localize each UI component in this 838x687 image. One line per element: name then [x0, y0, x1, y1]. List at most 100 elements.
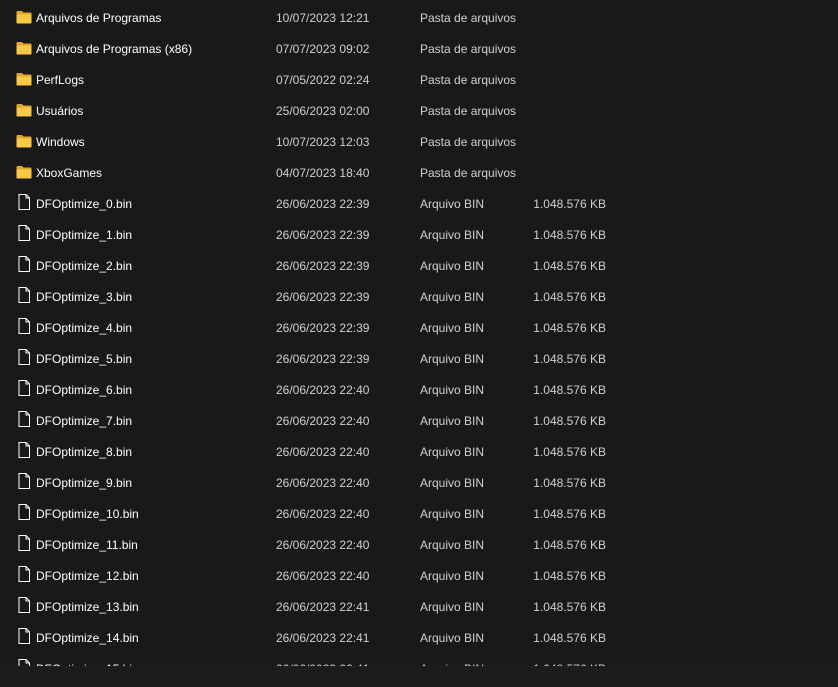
file-icon — [16, 628, 32, 644]
file-list: Arquivos de Programas 10/07/2023 12:21 Pas… — [0, 2, 838, 666]
file-icon — [16, 287, 32, 303]
item-size: 1.048.576 KB — [533, 538, 606, 552]
file-icon — [16, 473, 32, 489]
item-name: DFOptimize_2.bin — [36, 259, 133, 273]
item-name: PerfLogs — [36, 73, 85, 87]
item-size: 1.048.576 KB — [533, 290, 606, 304]
folder-icon — [16, 41, 32, 55]
item-modified: 26/06/2023 22:41 — [276, 600, 370, 614]
item-modified: 26/06/2023 22:39 — [276, 259, 370, 273]
list-item[interactable]: XboxGames 04/07/2023 18:40 Pasta de arquiv… — [0, 157, 838, 188]
file-icon — [16, 225, 32, 241]
list-item[interactable]: Arquivos de Programas (x86) 07/07/2023 09… — [0, 33, 838, 64]
item-modified: 25/06/2023 02:00 — [276, 104, 370, 118]
item-modified: 26/06/2023 22:39 — [276, 352, 370, 366]
item-name: Arquivos de Programas — [36, 11, 162, 25]
file-icon — [16, 349, 32, 365]
list-item[interactable]: DFOptimize_5.bin 26/06/2023 22:39 Arquivo … — [0, 343, 838, 374]
item-type: Pasta de arquivos — [420, 42, 517, 56]
item-type: Pasta de arquivos — [420, 11, 517, 25]
list-item[interactable]: DFOptimize_1.bin 26/06/2023 22:39 Arquivo … — [0, 219, 838, 250]
file-icon — [16, 504, 32, 520]
list-item[interactable]: DFOptimize_2.bin 26/06/2023 22:39 Arquivo … — [0, 250, 838, 281]
item-size: 1.048.576 KB — [533, 631, 606, 645]
item-name: Windows — [36, 135, 85, 149]
list-item[interactable]: DFOptimize_6.bin 26/06/2023 22:40 Arquivo … — [0, 374, 838, 405]
list-item[interactable]: DFOptimize_13.bin 26/06/2023 22:41 Arquivo… — [0, 591, 838, 622]
list-item[interactable]: DFOptimize_8.bin 26/06/2023 22:40 Arquivo … — [0, 436, 838, 467]
item-modified: 04/07/2023 18:40 — [276, 166, 370, 180]
item-type: Arquivo BIN — [420, 631, 485, 645]
item-type: Pasta de arquivos — [420, 166, 517, 180]
list-item[interactable]: DFOptimize_11.bin 26/06/2023 22:40 Arquivo… — [0, 529, 838, 560]
item-name: DFOptimize_0.bin — [36, 197, 133, 211]
file-icon — [16, 194, 32, 210]
list-item[interactable]: DFOptimize_4.bin 26/06/2023 22:39 Arquivo … — [0, 312, 838, 343]
item-modified: 10/07/2023 12:21 — [276, 11, 370, 25]
item-type: Pasta de arquivos — [420, 73, 517, 87]
list-item[interactable]: Windows 10/07/2023 12:03 Pasta de arquivos — [0, 126, 838, 157]
item-modified: 26/06/2023 22:39 — [276, 321, 370, 335]
item-modified: 26/06/2023 22:40 — [276, 507, 370, 521]
item-size: 1.048.576 KB — [533, 383, 606, 397]
list-item[interactable]: DFOptimize_7.bin 26/06/2023 22:40 Arquivo … — [0, 405, 838, 436]
file-icon — [16, 318, 32, 334]
item-type: Arquivo BIN — [420, 197, 485, 211]
item-name: XboxGames — [36, 166, 103, 180]
item-name: DFOptimize_7.bin — [36, 414, 133, 428]
file-icon — [16, 566, 32, 582]
item-type: Pasta de arquivos — [420, 104, 517, 118]
folder-icon — [16, 165, 32, 179]
item-name: DFOptimize_10.bin — [36, 507, 139, 521]
list-item[interactable]: DFOptimize_15.bin26/06/2023 22:41Arquivo… — [0, 653, 838, 666]
item-modified: 10/07/2023 12:03 — [276, 135, 370, 149]
item-modified: 26/06/2023 22:39 — [276, 228, 370, 242]
list-item[interactable]: PerfLogs 07/05/2022 02:24 Pasta de arquivo… — [0, 64, 838, 95]
list-item[interactable]: DFOptimize_3.bin 26/06/2023 22:39 Arquivo … — [0, 281, 838, 312]
item-name: DFOptimize_14.bin — [36, 631, 139, 645]
item-size: 1.048.576 KB — [533, 445, 606, 459]
item-size: 1.048.576 KB — [533, 476, 606, 490]
item-name: DFOptimize_1.bin — [36, 228, 133, 242]
item-type: Arquivo BIN — [420, 445, 485, 459]
file-icon — [16, 442, 32, 458]
item-name: DFOptimize_3.bin — [36, 290, 133, 304]
item-type: Arquivo BIN — [420, 600, 485, 614]
item-modified: 26/06/2023 22:39 — [276, 290, 370, 304]
item-size: 1.048.576 KB — [533, 228, 606, 242]
item-type: Arquivo BIN — [420, 383, 485, 397]
item-name: Arquivos de Programas (x86) — [36, 42, 193, 56]
item-name: DFOptimize_11.bin — [36, 538, 138, 552]
item-name: Usuários — [36, 104, 84, 118]
list-item[interactable]: DFOptimize_0.bin 26/06/2023 22:39 Arquivo … — [0, 188, 838, 219]
file-icon — [16, 535, 32, 551]
item-modified: 26/06/2023 22:41 — [276, 631, 370, 645]
item-modified: 26/06/2023 22:40 — [276, 414, 370, 428]
item-size: 1.048.576 KB — [533, 569, 606, 583]
list-item[interactable]: DFOptimize_10.bin 26/06/2023 22:40 Arquivo… — [0, 498, 838, 529]
folder-icon — [16, 72, 32, 86]
item-modified: 07/05/2022 02:24 — [276, 73, 370, 87]
list-item[interactable]: DFOptimize_12.bin 26/06/2023 22:40 Arquivo… — [0, 560, 838, 591]
item-type: Arquivo BIN — [420, 414, 485, 428]
item-size: 1.048.576 KB — [533, 197, 606, 211]
item-size: 1.048.576 KB — [533, 600, 606, 614]
item-type: Arquivo BIN — [420, 321, 485, 335]
item-modified: 26/06/2023 22:40 — [276, 445, 370, 459]
list-item[interactable]: Arquivos de Programas 10/07/2023 12:21 Pas… — [0, 2, 838, 33]
item-modified: 26/06/2023 22:40 — [276, 538, 370, 552]
item-modified: 26/06/2023 22:40 — [276, 476, 370, 490]
item-modified: 07/07/2023 09:02 — [276, 42, 370, 56]
list-item[interactable]: DFOptimize_14.bin 26/06/2023 22:41 Arquivo… — [0, 622, 838, 653]
item-type: Arquivo BIN — [420, 290, 485, 304]
item-type: Arquivo BIN — [420, 228, 485, 242]
item-name: DFOptimize_6.bin — [36, 383, 133, 397]
list-item[interactable]: Usuários 25/06/2023 02:00 Pasta de arquivo… — [0, 95, 838, 126]
item-name: DFOptimize_8.bin — [36, 445, 133, 459]
file-icon — [16, 411, 32, 427]
item-modified: 26/06/2023 22:40 — [276, 383, 370, 397]
list-item[interactable]: DFOptimize_9.bin 26/06/2023 22:40 Arquivo … — [0, 467, 838, 498]
item-type: Arquivo BIN — [420, 569, 485, 583]
file-icon — [16, 256, 32, 272]
item-size: 1.048.576 KB — [533, 352, 606, 366]
